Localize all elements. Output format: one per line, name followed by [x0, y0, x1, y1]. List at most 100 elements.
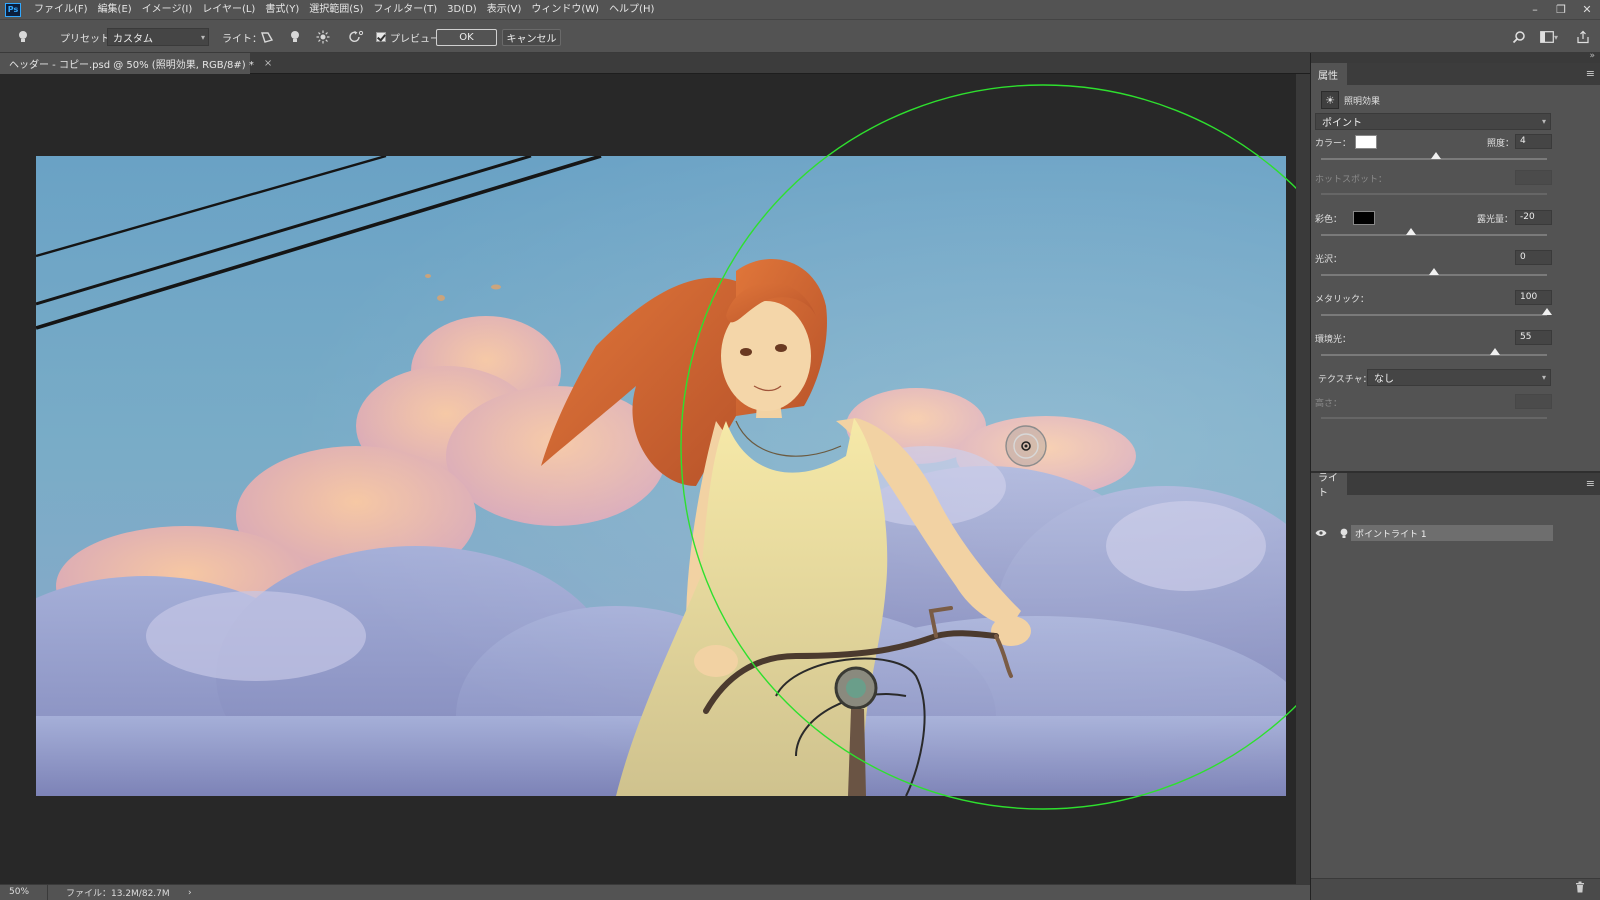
colorize-swatch[interactable]	[1353, 211, 1375, 225]
metallic-label: メタリック：	[1315, 295, 1370, 305]
preset-select[interactable]: カスタム ▾	[107, 28, 209, 46]
list-item[interactable]: ポイントライト 1	[1311, 525, 1600, 541]
panel-menu-icon[interactable]: ≡	[1586, 67, 1595, 80]
properties-panel-header: 属性 ≡	[1311, 63, 1600, 85]
hotspot-label: ホットスポット：	[1315, 175, 1388, 185]
light-radius-circle[interactable]	[680, 84, 1310, 810]
intensity-label: 照度：	[1487, 139, 1515, 149]
search-icon[interactable]	[1510, 28, 1528, 46]
panel-dock: » 属性 ≡ ☀ 照明効果 ポイント ▾ カラー： 照度： 4 ホットスポット：…	[1310, 51, 1600, 900]
light-radius-overlay	[680, 84, 1310, 810]
status-bar: 50% ファイル：13.2M/82.7M ›	[0, 884, 1310, 900]
exposure-slider-thumb[interactable]	[1406, 228, 1417, 235]
workspace-chevron-icon[interactable]: ▾	[1554, 33, 1558, 42]
options-bar: プリセット： カスタム ▾ ライト： プレビュー OK キャンセル ▾	[0, 19, 1600, 53]
lights-panel-header: ライト ≡	[1311, 473, 1600, 499]
point-light-icon[interactable]	[286, 28, 304, 46]
gloss-field[interactable]: 0	[1515, 250, 1552, 265]
vertical-scrollbar[interactable]	[1296, 74, 1310, 884]
lights-panel-footer	[1311, 878, 1600, 900]
texture-value: なし	[1374, 374, 1394, 385]
canvas-area[interactable]	[0, 74, 1310, 884]
status-arrow-icon[interactable]: ›	[188, 888, 192, 898]
ambience-label: 環境光：	[1315, 335, 1352, 345]
light-label: ライト：	[222, 33, 262, 45]
cancel-button[interactable]: キャンセル	[502, 28, 561, 46]
trash-icon[interactable]	[1575, 881, 1585, 896]
photoshop-logo-icon[interactable]: Ps	[5, 2, 21, 17]
color-label: カラー：	[1315, 139, 1352, 149]
document-tab-bar: ヘッダー - コピー.psd @ 50% (照明効果, RGB/8#) * ×	[0, 53, 1322, 74]
close-window-button[interactable]: ✕	[1574, 0, 1600, 19]
restore-button[interactable]: ❐	[1548, 0, 1574, 19]
dock-strip: »	[1311, 51, 1600, 63]
light-type-select[interactable]: ポイント ▾	[1315, 113, 1551, 130]
eye-icon[interactable]	[1314, 526, 1328, 540]
effect-name: 照明効果	[1344, 97, 1381, 107]
ok-button[interactable]: OK	[436, 28, 497, 46]
light-color-swatch[interactable]	[1355, 135, 1377, 149]
gloss-slider-thumb[interactable]	[1429, 268, 1439, 275]
document-title: ヘッダー - コピー.psd @ 50% (照明効果, RGB/8#) *	[9, 60, 254, 71]
lights-panel: ライト ≡ ポイントライト 1	[1311, 471, 1600, 900]
window-controls: – ❐ ✕	[1522, 0, 1600, 19]
menu-type[interactable]: 書式(Y)	[260, 0, 304, 19]
height-label: 高さ：	[1315, 399, 1343, 409]
hotspot-field	[1515, 170, 1552, 185]
properties-panel: 属性 ≡ ☀ 照明効果 ポイント ▾ カラー： 照度： 4 ホットスポット： 彩…	[1311, 63, 1600, 475]
preset-value: カスタム	[113, 33, 153, 45]
menu-layer[interactable]: レイヤー(L)	[197, 0, 260, 19]
tab-properties[interactable]: 属性	[1311, 63, 1347, 85]
preview-label: プレビュー	[390, 33, 440, 45]
gloss-slider[interactable]	[1321, 268, 1547, 276]
chevron-down-icon: ▾	[1541, 117, 1546, 126]
tab-lights[interactable]: ライト	[1311, 473, 1347, 499]
light-type-value: ポイント	[1322, 118, 1362, 129]
menu-edit[interactable]: 編集(E)	[93, 0, 137, 19]
bulb-icon	[1339, 527, 1349, 539]
hotspot-slider	[1321, 193, 1547, 195]
menu-help[interactable]: ヘルプ(H)	[604, 0, 659, 19]
exposure-field[interactable]: -20	[1515, 210, 1552, 225]
collapse-panels-icon[interactable]: »	[1589, 51, 1595, 61]
metallic-field[interactable]: 100	[1515, 290, 1552, 305]
metallic-slider-thumb[interactable]	[1542, 308, 1552, 315]
close-tab-icon[interactable]: ×	[264, 58, 272, 69]
menu-view[interactable]: 表示(V)	[482, 0, 527, 19]
exposure-slider[interactable]	[1321, 228, 1547, 236]
chevron-down-icon: ▾	[200, 32, 205, 42]
spot-light-icon[interactable]	[258, 28, 276, 46]
menu-3d[interactable]: 3D(D)	[442, 0, 482, 19]
height-field	[1515, 394, 1552, 409]
infinite-light-icon[interactable]	[314, 28, 332, 46]
menu-image[interactable]: イメージ(I)	[137, 0, 198, 19]
texture-select[interactable]: なし ▾	[1367, 369, 1551, 386]
menu-window[interactable]: ウィンドウ(W)	[526, 0, 604, 19]
lighting-effects-icon: ☀	[1321, 91, 1339, 109]
reset-light-icon[interactable]	[347, 28, 365, 46]
lighting-tool-icon[interactable]	[14, 28, 32, 46]
menu-filter[interactable]: フィルター(T)	[368, 0, 442, 19]
share-icon[interactable]	[1574, 28, 1592, 46]
ambience-field[interactable]: 55	[1515, 330, 1552, 345]
gloss-label: 光沢：	[1315, 255, 1343, 265]
chevron-down-icon: ▾	[1541, 373, 1546, 382]
menu-select[interactable]: 選択範囲(S)	[304, 0, 368, 19]
file-info: ファイル：13.2M/82.7M	[66, 889, 170, 899]
intensity-slider[interactable]	[1321, 152, 1547, 160]
light-item-label[interactable]: ポイントライト 1	[1351, 525, 1553, 541]
height-slider	[1321, 417, 1547, 419]
minimize-button[interactable]: –	[1522, 0, 1548, 19]
panel-menu-icon[interactable]: ≡	[1586, 477, 1595, 490]
menu-bar: Ps ファイル(F) 編集(E) イメージ(I) レイヤー(L) 書式(Y) 選…	[0, 0, 1600, 19]
zoom-level[interactable]: 50%	[0, 884, 48, 900]
menu-file[interactable]: ファイル(F)	[29, 0, 93, 19]
ambience-slider-thumb[interactable]	[1490, 348, 1501, 355]
exposure-label: 露光量：	[1477, 215, 1514, 225]
metallic-slider[interactable]	[1321, 308, 1552, 316]
preview-checkbox[interactable]	[376, 32, 386, 42]
intensity-slider-thumb[interactable]	[1431, 152, 1442, 159]
ambience-slider[interactable]	[1321, 348, 1547, 356]
document-tab[interactable]: ヘッダー - コピー.psd @ 50% (照明効果, RGB/8#) * ×	[0, 53, 272, 74]
intensity-field[interactable]: 4	[1515, 134, 1552, 149]
